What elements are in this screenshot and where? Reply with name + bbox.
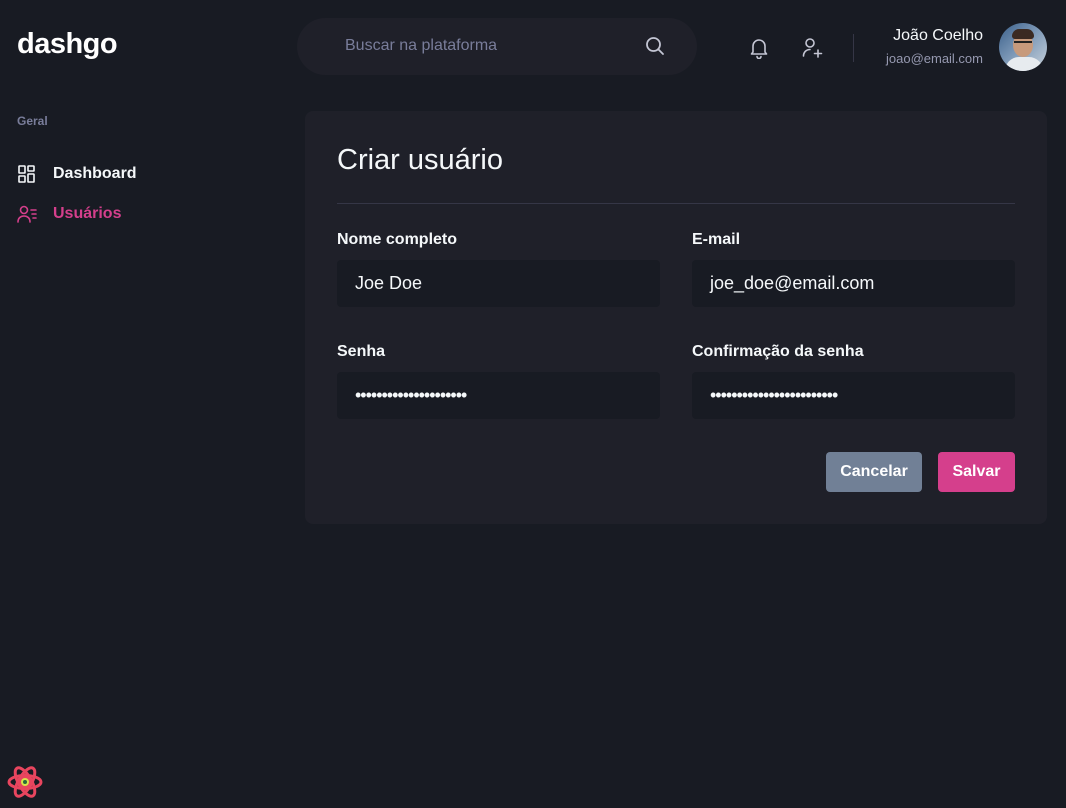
sidebar-item-label: Dashboard	[53, 165, 137, 182]
create-user-card: Criar usuário Nome completo Joe Doe E-ma…	[305, 111, 1047, 524]
password-label: Senha	[337, 343, 386, 360]
avatar[interactable]	[999, 23, 1047, 71]
user-name: João Coelho	[893, 27, 983, 44]
sidebar-item-dashboard[interactable]: Dashboard	[17, 163, 137, 185]
bell-icon[interactable]	[749, 37, 769, 59]
sidebar-section-label: Geral	[17, 114, 48, 128]
app-logo: dashgo	[17, 28, 118, 60]
search-bar[interactable]: Buscar na plataforma	[297, 18, 697, 75]
title-divider	[337, 203, 1015, 204]
cancel-button[interactable]: Cancelar	[826, 452, 922, 492]
users-icon	[17, 205, 37, 223]
password-confirm-label: Confirmação da senha	[692, 343, 864, 360]
name-field[interactable]: Joe Doe	[337, 260, 660, 307]
header-divider	[853, 34, 854, 62]
devtools-logo-icon[interactable]	[6, 763, 44, 801]
user-email: joao@email.com	[885, 51, 983, 66]
password-confirm-field[interactable]: ••••••••••••••••••••••••	[692, 372, 1015, 419]
email-field[interactable]: joe_doe@email.com	[692, 260, 1015, 307]
email-label: E-mail	[692, 231, 741, 248]
search-input[interactable]: Buscar na plataforma	[345, 37, 497, 55]
sidebar-item-label: Usuários	[53, 205, 122, 222]
search-icon[interactable]	[645, 36, 665, 56]
dashboard-icon	[18, 165, 35, 183]
name-label: Nome completo	[337, 231, 458, 248]
user-add-icon[interactable]	[802, 37, 824, 59]
password-field[interactable]: •••••••••••••••••••••	[337, 372, 660, 419]
sidebar-item-users[interactable]: Usuários	[17, 203, 121, 225]
save-button[interactable]: Salvar	[938, 452, 1015, 492]
page-title: Criar usuário	[337, 144, 503, 176]
